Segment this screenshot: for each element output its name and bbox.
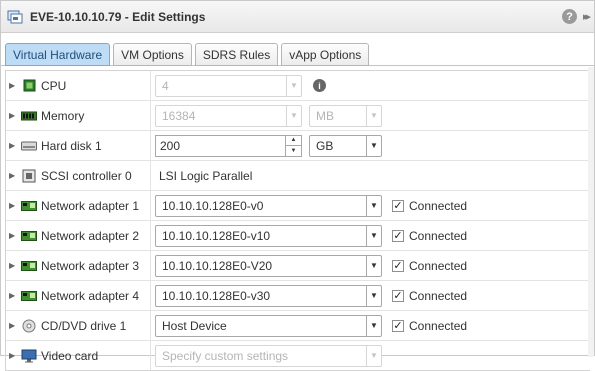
connected-checkbox[interactable]: ✓ — [392, 229, 404, 242]
tab-vm-options[interactable]: VM Options — [113, 43, 192, 66]
cd-dvd-icon — [21, 319, 37, 333]
cd-dvd-label: CD/DVD drive 1 — [41, 318, 127, 333]
network-adapter-label: Network adapter 3 — [41, 258, 140, 273]
connected-label: Connected — [409, 288, 468, 303]
network-value: 10.10.10.128E0-V20 — [162, 258, 273, 273]
expand-arrow-icon[interactable]: ▶ — [9, 291, 21, 300]
expand-arrow-icon[interactable]: ▶ — [9, 261, 21, 270]
expand-arrow-icon[interactable]: ▶ — [9, 141, 21, 150]
help-icon[interactable]: ? — [561, 9, 577, 24]
title-bar: EVE-10.10.10.79 - Edit Settings ? ▸▸ — [1, 1, 594, 33]
network-adapter-label: Network adapter 4 — [41, 288, 140, 303]
chevron-down-icon: ▼ — [366, 315, 381, 336]
expand-arrow-icon[interactable]: ▶ — [9, 111, 21, 120]
chevron-down-icon: ▼ — [366, 105, 381, 126]
connected-label: Connected — [409, 258, 468, 273]
spin-down-icon[interactable]: ▼ — [286, 146, 301, 156]
cd-dvd-media-value: Host Device — [162, 318, 227, 333]
scrollbar[interactable] — [588, 67, 594, 357]
hard-disk-label: Hard disk 1 — [41, 138, 102, 153]
memory-label: Memory — [41, 108, 85, 123]
hardware-grid: ▶ CPU 4 ▼ i ▶ Memory 16384 ▼ MB ▼ ▶ Hard… — [5, 70, 590, 371]
vm-icon — [7, 9, 23, 25]
cpu-row: ▶ CPU 4 ▼ i — [6, 71, 590, 101]
expand-arrow-icon[interactable]: ▶ — [9, 321, 21, 330]
memory-icon — [21, 109, 37, 123]
memory-row: ▶ Memory 16384 ▼ MB ▼ — [6, 101, 590, 131]
network-adapter-icon — [21, 199, 37, 213]
cpu-icon — [21, 79, 37, 93]
cd-dvd-row: ▶ CD/DVD drive 1 Host Device ▼ ✓ Connect… — [6, 311, 590, 341]
tab-sdrs-rules[interactable]: SDRS Rules — [194, 43, 279, 66]
connected-label: Connected — [409, 198, 468, 213]
info-icon[interactable]: i — [313, 79, 326, 92]
network-adapter-row: ▶ Network adapter 4 10.10.10.128E0-v30 ▼… — [6, 281, 590, 311]
network-value: 10.10.10.128E0-v10 — [162, 228, 271, 243]
chevron-down-icon: ▼ — [286, 75, 301, 96]
cpu-label: CPU — [41, 78, 67, 93]
connected-checkbox[interactable]: ✓ — [392, 259, 404, 272]
scsi-type-value: LSI Logic Parallel — [159, 168, 253, 183]
scsi-controller-row: ▶ SCSI controller 0 LSI Logic Parallel — [6, 161, 590, 191]
network-adapter-label: Network adapter 1 — [41, 198, 140, 213]
hard-disk-row: ▶ Hard disk 1 200 ▲ ▼ GB ▼ — [6, 131, 590, 161]
chevron-down-icon: ▼ — [286, 105, 301, 126]
memory-size-value: 16384 — [162, 108, 196, 123]
network-select[interactable]: 10.10.10.128E0-v30 ▼ — [155, 284, 382, 307]
network-select[interactable]: 10.10.10.128E0-V20 ▼ — [155, 254, 382, 277]
network-adapter-icon — [21, 229, 37, 243]
network-adapter-row: ▶ Network adapter 1 10.10.10.128E0-v0 ▼ … — [6, 191, 590, 221]
chevron-down-icon: ▼ — [366, 285, 381, 306]
disk-unit-select[interactable]: GB ▼ — [309, 134, 382, 157]
expand-arrow-icon[interactable]: ▶ — [9, 231, 21, 240]
connected-checkbox[interactable]: ✓ — [392, 289, 404, 302]
tab-vapp-options[interactable]: vApp Options — [281, 43, 370, 66]
network-select[interactable]: 10.10.10.128E0-v0 ▼ — [155, 194, 382, 217]
expand-icon[interactable]: ▸▸ — [583, 10, 591, 23]
edit-settings-dialog: EVE-10.10.10.79 - Edit Settings ? ▸▸ Vir… — [0, 0, 595, 371]
network-select[interactable]: 10.10.10.128E0-v10 ▼ — [155, 224, 382, 247]
network-adapter-icon — [21, 259, 37, 273]
chevron-down-icon: ▼ — [366, 225, 381, 246]
cpu-count-select[interactable]: 4 ▼ — [155, 74, 302, 97]
expand-arrow-icon[interactable]: ▶ — [9, 171, 21, 180]
chevron-down-icon: ▼ — [366, 195, 381, 216]
connected-checkbox[interactable]: ✓ — [392, 319, 404, 332]
network-adapter-row: ▶ Network adapter 2 10.10.10.128E0-v10 ▼… — [6, 221, 590, 251]
expand-arrow-icon[interactable]: ▶ — [9, 201, 21, 210]
hard-disk-icon — [21, 139, 37, 153]
disk-size-stepper[interactable]: 200 ▲ ▼ — [155, 134, 302, 157]
disk-size-value: 200 — [160, 138, 181, 153]
chevron-down-icon: ▼ — [366, 255, 381, 276]
scsi-icon — [21, 169, 37, 183]
tab-virtual-hardware[interactable]: Virtual Hardware — [5, 43, 111, 66]
tab-bar: Virtual Hardware VM Options SDRS Rules v… — [1, 33, 594, 66]
scsi-label: SCSI controller 0 — [41, 168, 132, 183]
network-value: 10.10.10.128E0-v0 — [162, 198, 264, 213]
memory-unit-value: MB — [316, 108, 334, 123]
spin-up-icon[interactable]: ▲ — [286, 136, 301, 146]
chevron-down-icon: ▼ — [366, 135, 381, 156]
window-title: EVE-10.10.10.79 - Edit Settings — [30, 9, 206, 24]
memory-size-select[interactable]: 16384 ▼ — [155, 104, 302, 127]
connected-label: Connected — [409, 228, 468, 243]
network-adapter-icon — [21, 289, 37, 303]
connected-checkbox[interactable]: ✓ — [392, 199, 404, 212]
cpu-count-value: 4 — [162, 78, 169, 93]
connected-label: Connected — [409, 318, 468, 333]
network-adapter-label: Network adapter 2 — [41, 228, 140, 243]
network-adapter-row: ▶ Network adapter 3 10.10.10.128E0-V20 ▼… — [6, 251, 590, 281]
disk-unit-value: GB — [316, 138, 334, 153]
memory-unit-select[interactable]: MB ▼ — [309, 104, 382, 127]
expand-arrow-icon[interactable]: ▶ — [9, 81, 21, 90]
network-value: 10.10.10.128E0-v30 — [162, 288, 271, 303]
cd-dvd-media-select[interactable]: Host Device ▼ — [155, 314, 382, 337]
